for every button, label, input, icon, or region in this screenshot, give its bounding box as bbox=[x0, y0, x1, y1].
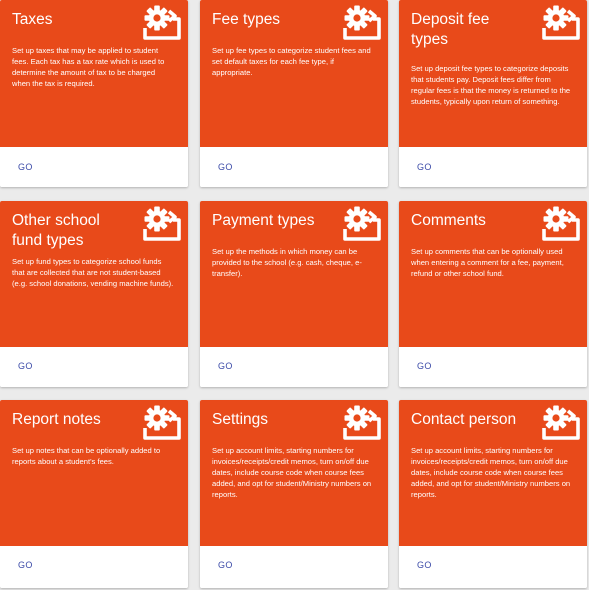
card-report-notes: Report notes Set up notes that can be op… bbox=[0, 400, 188, 588]
card-fee-types: Fee types Set up fee types to categorize… bbox=[200, 0, 388, 187]
card-actions: GO bbox=[0, 147, 188, 187]
settings-app-icon bbox=[542, 405, 580, 440]
card-other-school-fund-types: Other school fund types Set up fund type… bbox=[0, 201, 188, 387]
go-button[interactable]: GO bbox=[18, 361, 33, 371]
card-description: Set up account limits, starting numbers … bbox=[411, 446, 571, 499]
card-actions: GO bbox=[399, 546, 587, 588]
card-actions: GO bbox=[200, 147, 388, 187]
card-actions: GO bbox=[200, 347, 388, 387]
settings-card-grid: Taxes Set up taxes that may be applied t… bbox=[0, 0, 589, 590]
card-header: Taxes Set up taxes that may be applied t… bbox=[0, 0, 188, 147]
card-description: Set up notes that can be optionally adde… bbox=[12, 446, 161, 466]
card-description: Set up fee types to categorize student f… bbox=[212, 46, 371, 77]
go-button[interactable]: GO bbox=[18, 162, 33, 172]
go-button[interactable]: GO bbox=[218, 361, 233, 371]
card-header: Other school fund types Set up fund type… bbox=[0, 201, 188, 347]
go-button[interactable]: GO bbox=[417, 162, 432, 172]
card-description: Set up deposit fee types to categorize d… bbox=[411, 64, 571, 106]
card-description: Set up comments that can be optionally u… bbox=[411, 247, 564, 278]
card-contact-person: Contact person Set up account limits, st… bbox=[399, 400, 587, 588]
settings-app-icon bbox=[343, 5, 381, 40]
card-header: Comments Set up comments that can be opt… bbox=[399, 201, 587, 347]
card-description: Set up fund types to categorize school f… bbox=[12, 257, 174, 288]
card-taxes: Taxes Set up taxes that may be applied t… bbox=[0, 0, 188, 187]
card-payment-types: Payment types Set up the methods in whic… bbox=[200, 201, 388, 387]
settings-app-icon bbox=[343, 206, 381, 241]
card-description: Set up taxes that may be applied to stud… bbox=[12, 46, 165, 88]
card-actions: GO bbox=[0, 546, 188, 588]
card-header: Report notes Set up notes that can be op… bbox=[0, 400, 188, 546]
settings-app-icon bbox=[143, 5, 181, 40]
go-button[interactable]: GO bbox=[218, 560, 233, 570]
card-description: Set up account limits, starting numbers … bbox=[212, 446, 372, 499]
go-button[interactable]: GO bbox=[417, 361, 432, 371]
card-comments: Comments Set up comments that can be opt… bbox=[399, 201, 587, 387]
card-header: Fee types Set up fee types to categorize… bbox=[200, 0, 388, 147]
go-button[interactable]: GO bbox=[417, 560, 432, 570]
card-deposit-fee-types: Deposit fee types Set up deposit fee typ… bbox=[399, 0, 587, 187]
settings-app-icon bbox=[542, 206, 580, 241]
card-header: Settings Set up account limits, starting… bbox=[200, 400, 388, 546]
settings-app-icon bbox=[143, 405, 181, 440]
card-header: Payment types Set up the methods in whic… bbox=[200, 201, 388, 347]
card-actions: GO bbox=[399, 347, 587, 387]
card-actions: GO bbox=[399, 147, 587, 187]
settings-app-icon bbox=[542, 5, 580, 40]
go-button[interactable]: GO bbox=[18, 560, 33, 570]
card-actions: GO bbox=[200, 546, 388, 588]
card-header: Contact person Set up account limits, st… bbox=[399, 400, 587, 546]
settings-app-icon bbox=[343, 405, 381, 440]
settings-app-icon bbox=[143, 206, 181, 241]
card-header: Deposit fee types Set up deposit fee typ… bbox=[399, 0, 587, 147]
card-actions: GO bbox=[0, 347, 188, 387]
card-description: Set up the methods in which money can be… bbox=[212, 247, 362, 278]
card-settings: Settings Set up account limits, starting… bbox=[200, 400, 388, 588]
go-button[interactable]: GO bbox=[218, 162, 233, 172]
